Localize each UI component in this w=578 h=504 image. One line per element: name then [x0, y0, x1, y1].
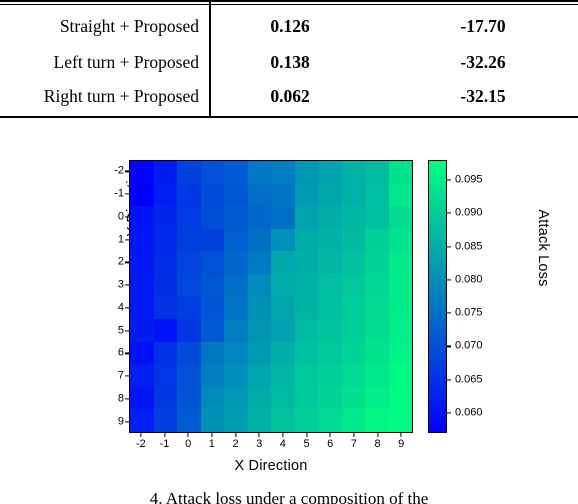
x-tick-label: 0: [185, 438, 192, 450]
x-tick-mark: [211, 433, 213, 437]
colorbar-tick-mark: [447, 212, 451, 214]
table-cell-value1: 0.126: [270, 15, 310, 36]
x-tick-label: 7: [350, 438, 357, 450]
x-tick-label: 2: [232, 438, 239, 450]
y-tick-label: 7: [117, 369, 124, 382]
figure-caption-partial: 4. Attack loss under a composition of th…: [0, 488, 578, 504]
y-tick-mark: [125, 352, 129, 354]
y-tick-label: 2: [117, 255, 124, 268]
y-tick-mark: [125, 239, 129, 241]
y-tick-label: 1: [117, 233, 124, 246]
x-tick-mark: [163, 433, 166, 437]
table-row: Right turn + Proposed 0.062 -32.15: [0, 78, 578, 114]
y-tick-mark: [125, 261, 129, 263]
colorbar-tick-label: 0.070: [455, 339, 483, 352]
y-tick-label: 6: [117, 346, 124, 359]
y-tick-mark: [125, 307, 129, 309]
x-tick-label: -1: [159, 438, 170, 450]
x-tick-label: -2: [135, 438, 146, 450]
table-bottom-rule: [0, 116, 578, 118]
table-cell-value1: 0.138: [270, 51, 310, 72]
x-tick-label: 6: [327, 438, 334, 450]
colorbar-tick-label: 0.085: [455, 240, 483, 253]
y-tick-mark: [125, 375, 129, 377]
x-tick-mark: [282, 433, 284, 437]
y-tick-label: -1: [114, 187, 124, 200]
x-tick-label: 5: [303, 438, 310, 450]
y-tick-mark: [125, 216, 129, 218]
x-tick-mark: [400, 433, 402, 437]
table-row: Left turn + Proposed 0.138 -32.26: [0, 44, 578, 80]
x-tick-mark: [187, 433, 189, 437]
table-cell-value2: -32.15: [460, 85, 506, 106]
y-tick-mark: [125, 193, 129, 195]
y-tick-label: 8: [117, 392, 124, 405]
colorbar-ticks: 0.060 0.065 0.070 0.075 0.080 0.085 0.090 0.095: [428, 160, 483, 433]
colorbar-tick-mark: [447, 279, 451, 281]
y-tick-label: 3: [117, 278, 124, 291]
table-cell-label: Straight + Proposed: [59, 15, 199, 36]
x-tick-label: 1: [208, 438, 215, 450]
table-cell-value2: -17.70: [460, 15, 506, 36]
colorbar-tick-label: 0.095: [455, 173, 483, 186]
colorbar-tick-label: 0.080: [455, 273, 483, 286]
x-axis-label: X Direction: [234, 458, 308, 474]
x-tick-mark: [234, 433, 237, 437]
x-tick-mark: [353, 433, 355, 437]
colorbar-tick-mark: [447, 412, 451, 414]
table-cell-value2: -32.26: [460, 51, 506, 72]
y-tick-label: 4: [117, 301, 124, 314]
table-top-rule: [0, 0, 578, 2]
table-top-rule-second: [0, 4, 578, 5]
x-tick-mark: [305, 433, 308, 437]
y-tick-mark: [125, 284, 129, 286]
y-tick-label: 5: [117, 324, 124, 337]
table-cell-label: Right turn + Proposed: [43, 85, 199, 106]
figure-caption-text: 4. Attack loss under a composition of th…: [149, 489, 429, 504]
heatmap-axis-ticks: -2 -1 0 1 2 3 4 5 6 7 8 9 -2 -1 0 1 2 3 4 5 6 7 8 9: [114, 160, 413, 449]
y-tick-label: 0: [117, 210, 124, 223]
x-tick-label: 8: [374, 438, 381, 450]
colorbar-tick-label: 0.060: [455, 406, 483, 419]
results-table: Straight + Proposed 0.126 -17.70 Left tu…: [0, 0, 578, 118]
colorbar-label: Attack Loss: [535, 209, 551, 287]
x-tick-mark: [140, 433, 142, 437]
y-tick-mark: [125, 398, 129, 400]
colorbar-tick-label: 0.090: [455, 206, 483, 219]
colorbar-tick-mark: [447, 379, 451, 381]
colorbar-tick-mark: [447, 245, 451, 248]
y-tick-mark: [125, 170, 129, 172]
x-tick-mark: [376, 433, 379, 437]
colorbar-tick-mark: [447, 179, 451, 181]
y-tick-label: -2: [114, 164, 124, 177]
colorbar-tick-mark: [447, 345, 451, 348]
colorbar-tick-label: 0.065: [455, 373, 483, 386]
x-tick-label: 4: [279, 438, 286, 450]
table-cell-value1: 0.062: [270, 85, 310, 106]
colorbar-tick-label: 0.075: [455, 306, 483, 319]
y-tick-label: 9: [117, 415, 124, 428]
x-tick-mark: [329, 433, 331, 437]
table-cell-label: Left turn + Proposed: [53, 51, 199, 72]
y-tick-mark: [125, 421, 129, 423]
table-row: Straight + Proposed 0.126 -17.70: [0, 8, 578, 44]
x-tick-label: 3: [256, 438, 263, 450]
y-tick-mark: [125, 330, 129, 332]
x-tick-mark: [258, 433, 260, 437]
x-tick-label: 9: [398, 438, 405, 450]
colorbar-tick-mark: [447, 312, 451, 314]
